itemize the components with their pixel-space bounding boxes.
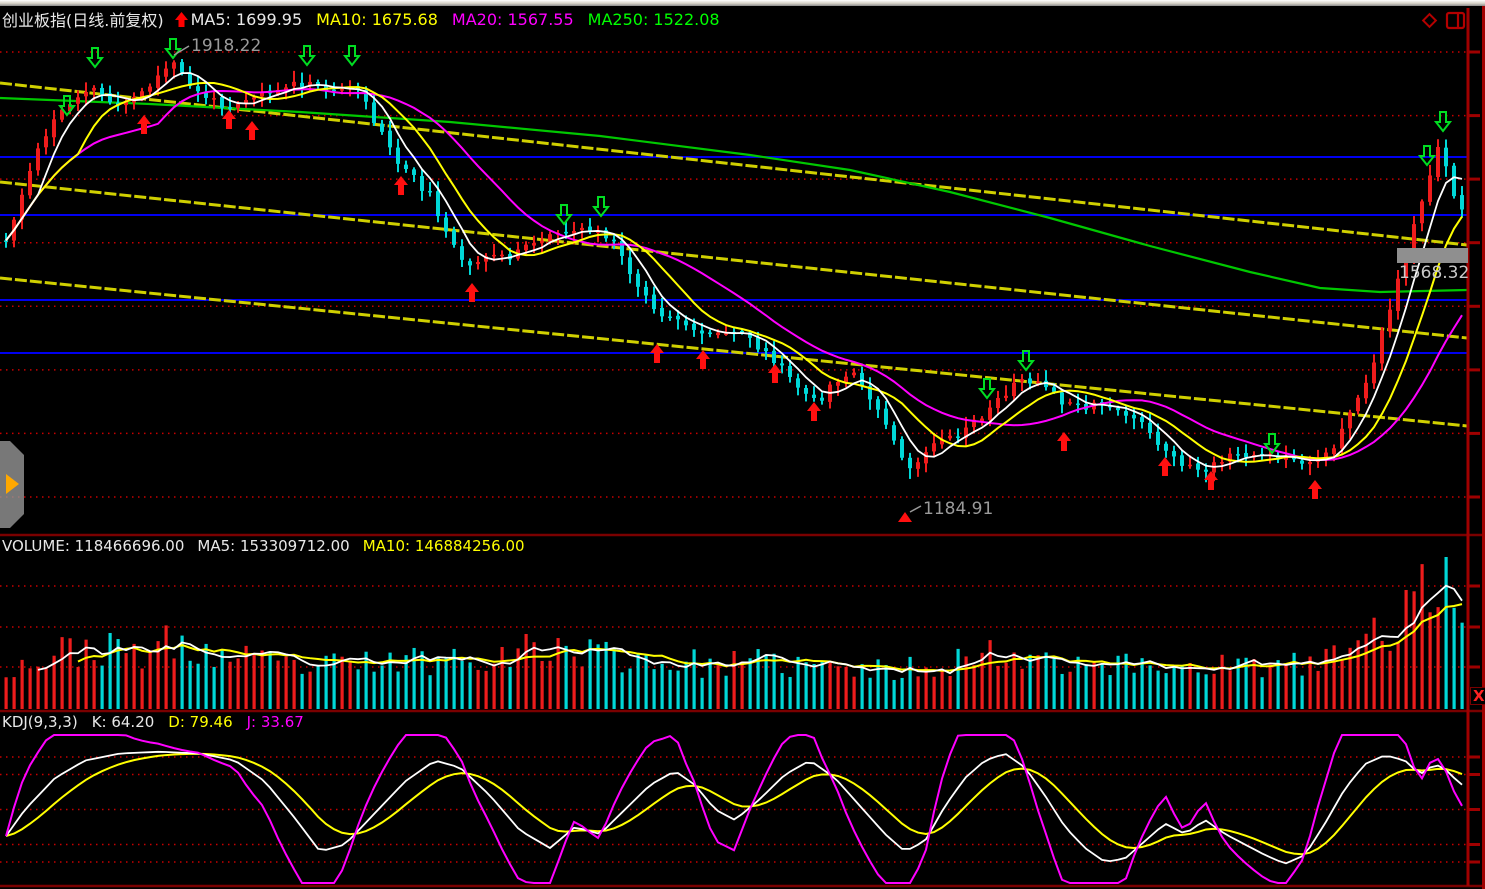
instrument-title: 创业板指(日线.前复权) [2, 7, 164, 31]
volume-value: VOLUME: 118466696.00 [2, 537, 184, 555]
volume-ma5: MA5: 153309712.00 [197, 537, 349, 555]
kdj-k-value: K: 64.20 [92, 713, 155, 731]
volume-ma10: MA10: 146884256.00 [363, 537, 525, 555]
low-point-marker [898, 512, 912, 522]
kdj-j-value: J: 33.67 [247, 713, 304, 731]
diamond-icon[interactable] [1418, 9, 1441, 32]
main-chart-legend: 创业板指(日线.前复权) MA5: 1699.95 MA10: 1675.68 … [2, 7, 720, 31]
buy-signal-arrow [1057, 432, 1071, 451]
buy-signal-arrow [222, 110, 236, 129]
last-price-marker [1397, 248, 1468, 263]
ma250-line [0, 98, 1467, 292]
kdj-name: KDJ(9,3,3) [2, 713, 78, 731]
up-arrow-icon [174, 11, 189, 28]
kdj-panel[interactable] [0, 735, 1468, 883]
window-top-border [0, 0, 1485, 6]
buy-signal-arrow [245, 121, 259, 140]
ma10-line [6, 83, 1462, 462]
volume-legend: VOLUME: 118466696.00 MA5: 153309712.00 M… [2, 536, 525, 556]
legend-ma5: MA5: 1699.95 [191, 10, 303, 29]
buy-signal-arrow [137, 115, 151, 134]
kdj-d-value: D: 79.46 [168, 713, 232, 731]
kdj-d-line [6, 754, 1462, 854]
volume-panel[interactable] [0, 554, 1468, 709]
kdj-j-line [6, 735, 1462, 883]
chart-window: 创业板指(日线.前复权) MA5: 1699.95 MA10: 1675.68 … [0, 0, 1485, 889]
sell-signal-arrow [594, 197, 608, 216]
split-window-icon[interactable] [1444, 9, 1468, 32]
buy-signal-arrow [768, 364, 782, 383]
buy-signal-arrow [1158, 457, 1172, 476]
expand-arrow-icon [6, 474, 19, 494]
chart-canvas[interactable] [0, 0, 1485, 889]
sell-signal-arrow [980, 379, 994, 398]
sell-signal-arrow [1420, 146, 1434, 165]
sidebar-expand-tab[interactable] [0, 441, 24, 528]
kdj-legend: KDJ(9,3,3) K: 64.20 D: 79.46 J: 33.67 [2, 712, 304, 732]
window-toolbar [1418, 9, 1468, 32]
legend-ma250: MA250: 1522.08 [588, 10, 720, 29]
sell-signal-arrow [300, 46, 314, 65]
volume-bars [5, 554, 1464, 709]
sell-signal-arrow [88, 48, 102, 67]
high-annotation: 1918.22 [191, 36, 261, 56]
buy-signal-arrow [1308, 480, 1322, 499]
pane-close-x[interactable]: X [1470, 687, 1485, 705]
legend-ma20: MA20: 1567.55 [452, 10, 574, 29]
main-panel[interactable] [0, 39, 1468, 522]
kdj-k-line [6, 752, 1462, 863]
legend-ma10: MA10: 1675.68 [316, 10, 438, 29]
sell-signal-arrow [345, 46, 359, 65]
low-annotation: 1184.91 [923, 499, 993, 519]
sell-signal-arrow [1436, 112, 1450, 131]
trend-line [0, 182, 1467, 338]
buy-signal-arrow [807, 402, 821, 421]
last-price-label: 1568.32 [1399, 263, 1469, 283]
sell-signal-arrow [166, 39, 180, 58]
